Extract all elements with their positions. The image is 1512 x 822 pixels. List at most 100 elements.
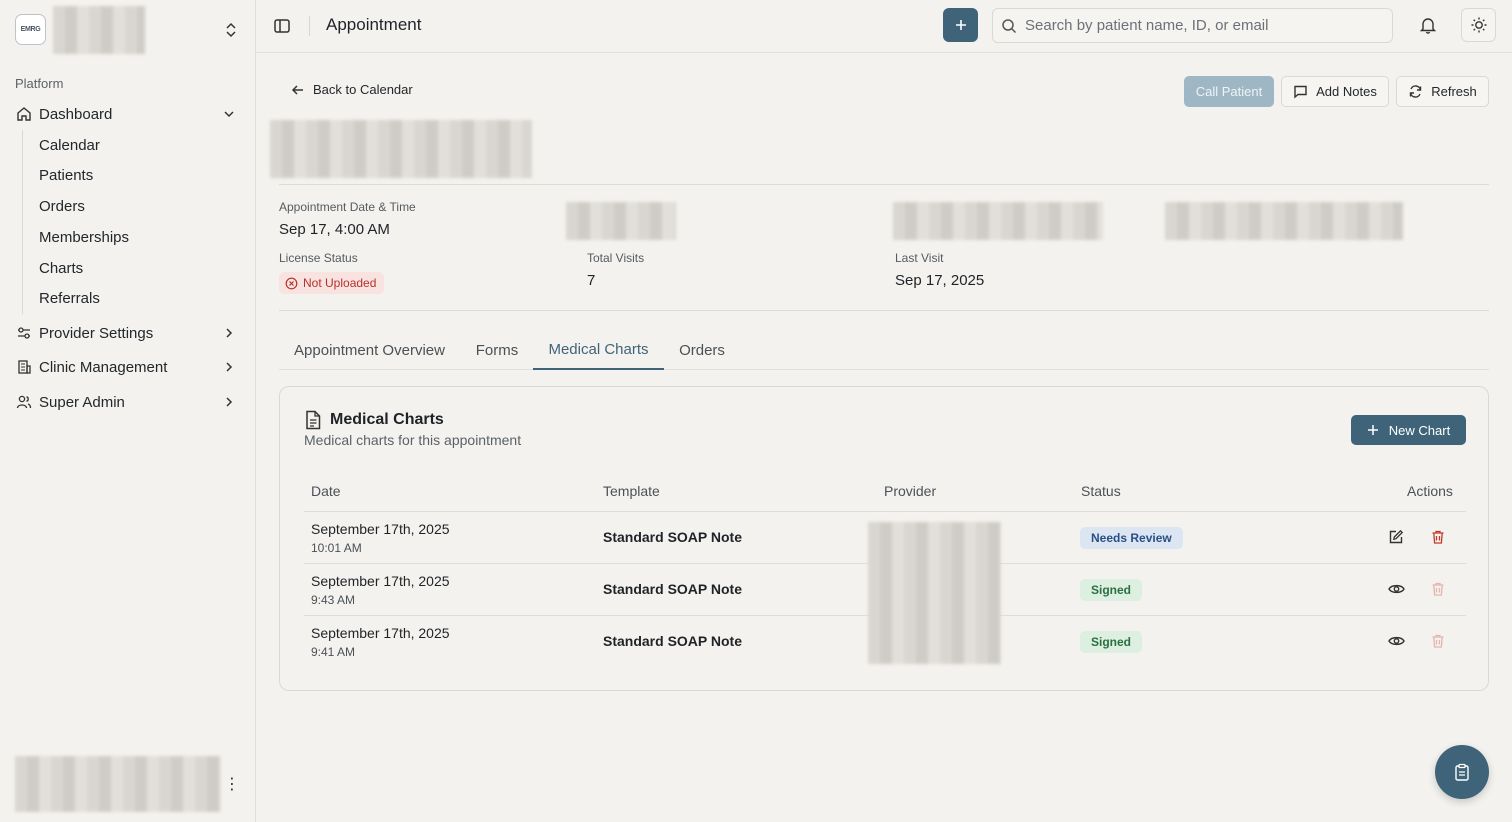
row-template: Standard SOAP Note bbox=[603, 581, 742, 597]
license-status-label: License Status bbox=[279, 251, 358, 265]
search-icon bbox=[1002, 18, 1017, 33]
search-input[interactable] bbox=[1025, 17, 1385, 34]
info-redacted bbox=[566, 202, 676, 240]
last-visit-value: Sep 17, 2025 bbox=[895, 272, 985, 289]
back-label: Back to Calendar bbox=[313, 82, 413, 97]
bell-icon[interactable] bbox=[1418, 15, 1438, 35]
card-subtitle: Medical charts for this appointment bbox=[304, 432, 522, 448]
quick-add-button[interactable] bbox=[943, 8, 978, 42]
add-notes-label: Add Notes bbox=[1316, 84, 1377, 99]
workspace-name-redacted bbox=[53, 6, 145, 54]
nav-dashboard[interactable]: Dashboard bbox=[15, 100, 245, 128]
more-vertical-icon[interactable]: ⋮ bbox=[224, 774, 240, 794]
arrow-left-icon bbox=[291, 84, 303, 95]
nav-dashboard-label: Dashboard bbox=[39, 105, 113, 123]
row-time: 9:41 AM bbox=[311, 645, 356, 659]
nav-super-admin[interactable]: Super Admin bbox=[15, 388, 245, 416]
x-circle-icon bbox=[285, 277, 298, 289]
chevron-up-down-icon bbox=[226, 22, 236, 38]
file-text-icon bbox=[306, 410, 321, 430]
eye-icon[interactable] bbox=[1387, 632, 1405, 650]
info-redacted bbox=[893, 202, 1103, 240]
call-patient-button[interactable]: Call Patient bbox=[1184, 76, 1274, 107]
user-profile-redacted[interactable] bbox=[15, 756, 221, 812]
provider-redacted bbox=[868, 522, 1001, 664]
search-box[interactable] bbox=[992, 8, 1393, 43]
top-header: Appointment bbox=[256, 0, 1512, 53]
chevron-right-icon bbox=[226, 328, 233, 338]
section-label: Platform bbox=[15, 76, 64, 91]
nav-patients[interactable]: Patients bbox=[39, 163, 93, 187]
column-header-date: Date bbox=[311, 483, 341, 499]
status-badge: Needs Review bbox=[1080, 527, 1183, 549]
sun-icon bbox=[1471, 17, 1486, 33]
nav-referrals[interactable]: Referrals bbox=[39, 286, 100, 310]
workspace-switcher[interactable]: EMRG bbox=[15, 6, 245, 54]
divider bbox=[279, 310, 1489, 311]
nav-calendar[interactable]: Calendar bbox=[39, 133, 100, 157]
column-header-status: Status bbox=[1081, 483, 1121, 499]
clipboard-fab-button[interactable] bbox=[1435, 745, 1489, 799]
eye-icon[interactable] bbox=[1387, 580, 1405, 598]
brand-logo: EMRG bbox=[15, 14, 46, 45]
new-chart-label: New Chart bbox=[1388, 422, 1451, 438]
plus-icon bbox=[1367, 425, 1378, 435]
column-header-provider: Provider bbox=[884, 483, 937, 499]
tab-medical-charts[interactable]: Medical Charts bbox=[533, 330, 664, 370]
add-notes-button[interactable]: Add Notes bbox=[1281, 76, 1389, 107]
edit-icon[interactable] bbox=[1387, 528, 1405, 546]
trash-icon bbox=[1429, 580, 1447, 598]
theme-toggle-button[interactable] bbox=[1461, 8, 1496, 42]
tab-bar: Appointment Overview Forms Medical Chart… bbox=[279, 330, 1489, 370]
row-template: Standard SOAP Note bbox=[603, 529, 742, 545]
chevron-down-icon bbox=[224, 111, 234, 118]
tab-appointment-overview[interactable]: Appointment Overview bbox=[279, 330, 460, 370]
row-template: Standard SOAP Note bbox=[603, 633, 742, 649]
appointment-date-label: Appointment Date & Time bbox=[279, 200, 416, 214]
tab-forms[interactable]: Forms bbox=[460, 330, 534, 370]
appointment-date-value: Sep 17, 4:00 AM bbox=[279, 221, 390, 238]
nav-orders[interactable]: Orders bbox=[39, 194, 85, 218]
new-chart-button[interactable]: New Chart bbox=[1351, 415, 1466, 445]
license-status-value: Not Uploaded bbox=[303, 276, 377, 290]
refresh-label: Refresh bbox=[1431, 84, 1477, 99]
row-date: September 17th, 2025 bbox=[311, 625, 450, 641]
info-redacted bbox=[1165, 202, 1403, 240]
status-badge: Signed bbox=[1080, 631, 1143, 653]
nav-super-admin-label: Super Admin bbox=[39, 393, 125, 411]
status-badge: Signed bbox=[1080, 579, 1143, 601]
nav-charts[interactable]: Charts bbox=[39, 256, 83, 280]
message-square-icon bbox=[1294, 85, 1307, 99]
nav-provider-settings-label: Provider Settings bbox=[39, 324, 154, 342]
license-status-badge: Not Uploaded bbox=[279, 272, 385, 294]
nav-clinic-management[interactable]: Clinic Management bbox=[15, 353, 245, 381]
refresh-button[interactable]: Refresh bbox=[1396, 76, 1489, 107]
trash-icon[interactable] bbox=[1429, 528, 1447, 546]
tab-orders[interactable]: Orders bbox=[664, 330, 740, 370]
chevron-right-icon bbox=[226, 362, 233, 372]
users-icon bbox=[15, 393, 33, 411]
card-title: Medical Charts bbox=[330, 411, 444, 428]
sidebar-toggle-icon[interactable] bbox=[272, 16, 292, 36]
row-date: September 17th, 2025 bbox=[311, 521, 450, 537]
nav-provider-settings[interactable]: Provider Settings bbox=[15, 319, 245, 347]
sliders-icon bbox=[15, 324, 33, 342]
last-visit-label: Last Visit bbox=[895, 251, 944, 265]
back-to-calendar-link[interactable]: Back to Calendar bbox=[291, 82, 413, 97]
home-icon bbox=[15, 105, 33, 123]
column-header-actions: Actions bbox=[1407, 483, 1453, 499]
nav-clinic-management-label: Clinic Management bbox=[39, 358, 168, 376]
chevron-right-icon bbox=[226, 397, 233, 407]
row-time: 9:43 AM bbox=[311, 593, 356, 607]
refresh-icon bbox=[1410, 85, 1422, 98]
building-icon bbox=[15, 358, 33, 376]
total-visits-value: 7 bbox=[587, 272, 596, 289]
divider bbox=[279, 184, 1489, 185]
header-divider bbox=[309, 16, 310, 36]
nav-memberships[interactable]: Memberships bbox=[39, 225, 129, 249]
column-header-template: Template bbox=[603, 483, 660, 499]
sidebar: EMRG Platform Dashboard Calendar Patient… bbox=[0, 0, 256, 822]
page-title: Appointment bbox=[326, 15, 422, 34]
patient-name-redacted bbox=[270, 120, 532, 178]
clipboard-icon bbox=[1455, 763, 1469, 781]
